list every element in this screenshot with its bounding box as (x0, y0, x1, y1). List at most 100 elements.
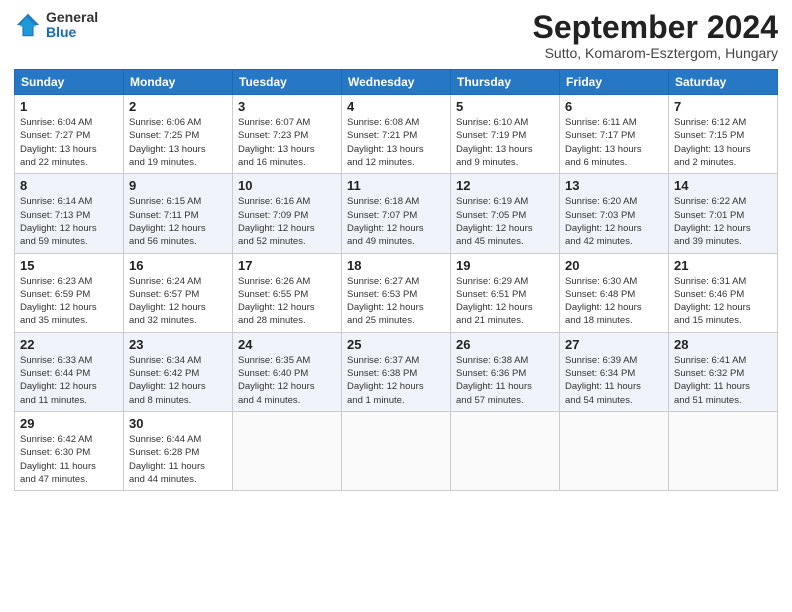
cell-details: Sunrise: 6:35 AMSunset: 6:40 PMDaylight:… (238, 354, 336, 407)
cell-details: Sunrise: 6:10 AMSunset: 7:19 PMDaylight:… (456, 116, 554, 169)
col-tuesday: Tuesday (233, 70, 342, 95)
day-number: 10 (238, 178, 336, 193)
day-number: 21 (674, 258, 772, 273)
table-row: 5 Sunrise: 6:10 AMSunset: 7:19 PMDaylight… (451, 95, 560, 174)
day-number: 19 (456, 258, 554, 273)
day-number: 12 (456, 178, 554, 193)
day-number: 28 (674, 337, 772, 352)
cell-details: Sunrise: 6:30 AMSunset: 6:48 PMDaylight:… (565, 275, 663, 328)
location-subtitle: Sutto, Komarom-Esztergom, Hungary (533, 45, 778, 61)
table-row: 23 Sunrise: 6:34 AMSunset: 6:42 PMDayligh… (124, 332, 233, 411)
table-row: 20 Sunrise: 6:30 AMSunset: 6:48 PMDayligh… (560, 253, 669, 332)
month-title: September 2024 (533, 10, 778, 45)
cell-details: Sunrise: 6:38 AMSunset: 6:36 PMDaylight:… (456, 354, 554, 407)
cell-details: Sunrise: 6:16 AMSunset: 7:09 PMDaylight:… (238, 195, 336, 248)
cell-details: Sunrise: 6:11 AMSunset: 7:17 PMDaylight:… (565, 116, 663, 169)
table-row: 1Sunrise: 6:04 AMSunset: 7:27 PMDaylight… (15, 95, 124, 174)
day-number: 9 (129, 178, 227, 193)
day-number: 18 (347, 258, 445, 273)
calendar-body: 1Sunrise: 6:04 AMSunset: 7:27 PMDaylight… (15, 95, 778, 491)
day-number: 11 (347, 178, 445, 193)
cell-details: Sunrise: 6:06 AMSunset: 7:25 PMDaylight:… (129, 116, 227, 169)
table-row: 3 Sunrise: 6:07 AMSunset: 7:23 PMDaylight… (233, 95, 342, 174)
cell-details: Sunrise: 6:20 AMSunset: 7:03 PMDaylight:… (565, 195, 663, 248)
day-number: 15 (20, 258, 118, 273)
cell-details: Sunrise: 6:23 AMSunset: 6:59 PMDaylight:… (20, 275, 118, 328)
cell-details: Sunrise: 6:44 AMSunset: 6:28 PMDaylight:… (129, 433, 227, 486)
cell-details: Sunrise: 6:33 AMSunset: 6:44 PMDaylight:… (20, 354, 118, 407)
col-saturday: Saturday (669, 70, 778, 95)
table-row: 17Sunrise: 6:26 AMSunset: 6:55 PMDayligh… (233, 253, 342, 332)
table-row: 22 Sunrise: 6:33 AMSunset: 6:44 PMDayligh… (15, 332, 124, 411)
day-number: 26 (456, 337, 554, 352)
day-number: 29 (20, 416, 118, 431)
cell-details: Sunrise: 6:29 AMSunset: 6:51 PMDaylight:… (456, 275, 554, 328)
cell-details: Sunrise: 6:18 AMSunset: 7:07 PMDaylight:… (347, 195, 445, 248)
table-row: 6 Sunrise: 6:11 AMSunset: 7:17 PMDaylight… (560, 95, 669, 174)
logo: General Blue (14, 10, 98, 41)
cell-details: Sunrise: 6:27 AMSunset: 6:53 PMDaylight:… (347, 275, 445, 328)
day-number: 22 (20, 337, 118, 352)
table-row (451, 411, 560, 490)
table-row: 24Sunrise: 6:35 AMSunset: 6:40 PMDayligh… (233, 332, 342, 411)
cell-details: Sunrise: 6:26 AMSunset: 6:55 PMDaylight:… (238, 275, 336, 328)
cell-details: Sunrise: 6:22 AMSunset: 7:01 PMDaylight:… (674, 195, 772, 248)
table-row: 14 Sunrise: 6:22 AMSunset: 7:01 PMDayligh… (669, 174, 778, 253)
table-row: 18 Sunrise: 6:27 AMSunset: 6:53 PMDayligh… (342, 253, 451, 332)
cell-details: Sunrise: 6:15 AMSunset: 7:11 PMDaylight:… (129, 195, 227, 248)
day-number: 2 (129, 99, 227, 114)
logo-blue-text: Blue (46, 25, 98, 40)
table-row: 13 Sunrise: 6:20 AMSunset: 7:03 PMDayligh… (560, 174, 669, 253)
cell-details: Sunrise: 6:39 AMSunset: 6:34 PMDaylight:… (565, 354, 663, 407)
day-number: 7 (674, 99, 772, 114)
page: General Blue September 2024 Sutto, Komar… (0, 0, 792, 612)
table-row: 27 Sunrise: 6:39 AMSunset: 6:34 PMDayligh… (560, 332, 669, 411)
table-row: 12 Sunrise: 6:19 AMSunset: 7:05 PMDayligh… (451, 174, 560, 253)
title-block: September 2024 Sutto, Komarom-Esztergom,… (533, 10, 778, 61)
calendar-table: Sunday Monday Tuesday Wednesday Thursday… (14, 69, 778, 491)
table-row (342, 411, 451, 490)
day-number: 5 (456, 99, 554, 114)
day-number: 4 (347, 99, 445, 114)
table-row: 28 Sunrise: 6:41 AMSunset: 6:32 PMDayligh… (669, 332, 778, 411)
col-friday: Friday (560, 70, 669, 95)
cell-details: Sunrise: 6:07 AMSunset: 7:23 PMDaylight:… (238, 116, 336, 169)
header-row: Sunday Monday Tuesday Wednesday Thursday… (15, 70, 778, 95)
col-thursday: Thursday (451, 70, 560, 95)
day-number: 3 (238, 99, 336, 114)
day-number: 27 (565, 337, 663, 352)
table-row: 19 Sunrise: 6:29 AMSunset: 6:51 PMDayligh… (451, 253, 560, 332)
day-number: 6 (565, 99, 663, 114)
cell-details: Sunrise: 6:04 AMSunset: 7:27 PMDaylight:… (20, 116, 118, 169)
logo-text: General Blue (46, 10, 98, 41)
logo-general-text: General (46, 10, 98, 25)
calendar-header: Sunday Monday Tuesday Wednesday Thursday… (15, 70, 778, 95)
col-wednesday: Wednesday (342, 70, 451, 95)
cell-details: Sunrise: 6:41 AMSunset: 6:32 PMDaylight:… (674, 354, 772, 407)
cell-details: Sunrise: 6:42 AMSunset: 6:30 PMDaylight:… (20, 433, 118, 486)
day-number: 23 (129, 337, 227, 352)
table-row: 29 Sunrise: 6:42 AMSunset: 6:30 PMDayligh… (15, 411, 124, 490)
cell-details: Sunrise: 6:19 AMSunset: 7:05 PMDaylight:… (456, 195, 554, 248)
day-number: 20 (565, 258, 663, 273)
table-row: 2 Sunrise: 6:06 AMSunset: 7:25 PMDaylight… (124, 95, 233, 174)
day-number: 14 (674, 178, 772, 193)
cell-details: Sunrise: 6:34 AMSunset: 6:42 PMDaylight:… (129, 354, 227, 407)
table-row (669, 411, 778, 490)
table-row: 30 Sunrise: 6:44 AMSunset: 6:28 PMDayligh… (124, 411, 233, 490)
table-row: 10 Sunrise: 6:16 AMSunset: 7:09 PMDayligh… (233, 174, 342, 253)
table-row: 7 Sunrise: 6:12 AMSunset: 7:15 PMDaylight… (669, 95, 778, 174)
day-number: 30 (129, 416, 227, 431)
day-number: 13 (565, 178, 663, 193)
table-row: 9 Sunrise: 6:15 AMSunset: 7:11 PMDaylight… (124, 174, 233, 253)
col-sunday: Sunday (15, 70, 124, 95)
table-row (560, 411, 669, 490)
table-row (233, 411, 342, 490)
cell-details: Sunrise: 6:08 AMSunset: 7:21 PMDaylight:… (347, 116, 445, 169)
cell-details: Sunrise: 6:31 AMSunset: 6:46 PMDaylight:… (674, 275, 772, 328)
table-row: 15 Sunrise: 6:23 AMSunset: 6:59 PMDayligh… (15, 253, 124, 332)
day-number: 25 (347, 337, 445, 352)
cell-details: Sunrise: 6:24 AMSunset: 6:57 PMDaylight:… (129, 275, 227, 328)
table-row: 8Sunrise: 6:14 AMSunset: 7:13 PMDaylight… (15, 174, 124, 253)
cell-details: Sunrise: 6:12 AMSunset: 7:15 PMDaylight:… (674, 116, 772, 169)
